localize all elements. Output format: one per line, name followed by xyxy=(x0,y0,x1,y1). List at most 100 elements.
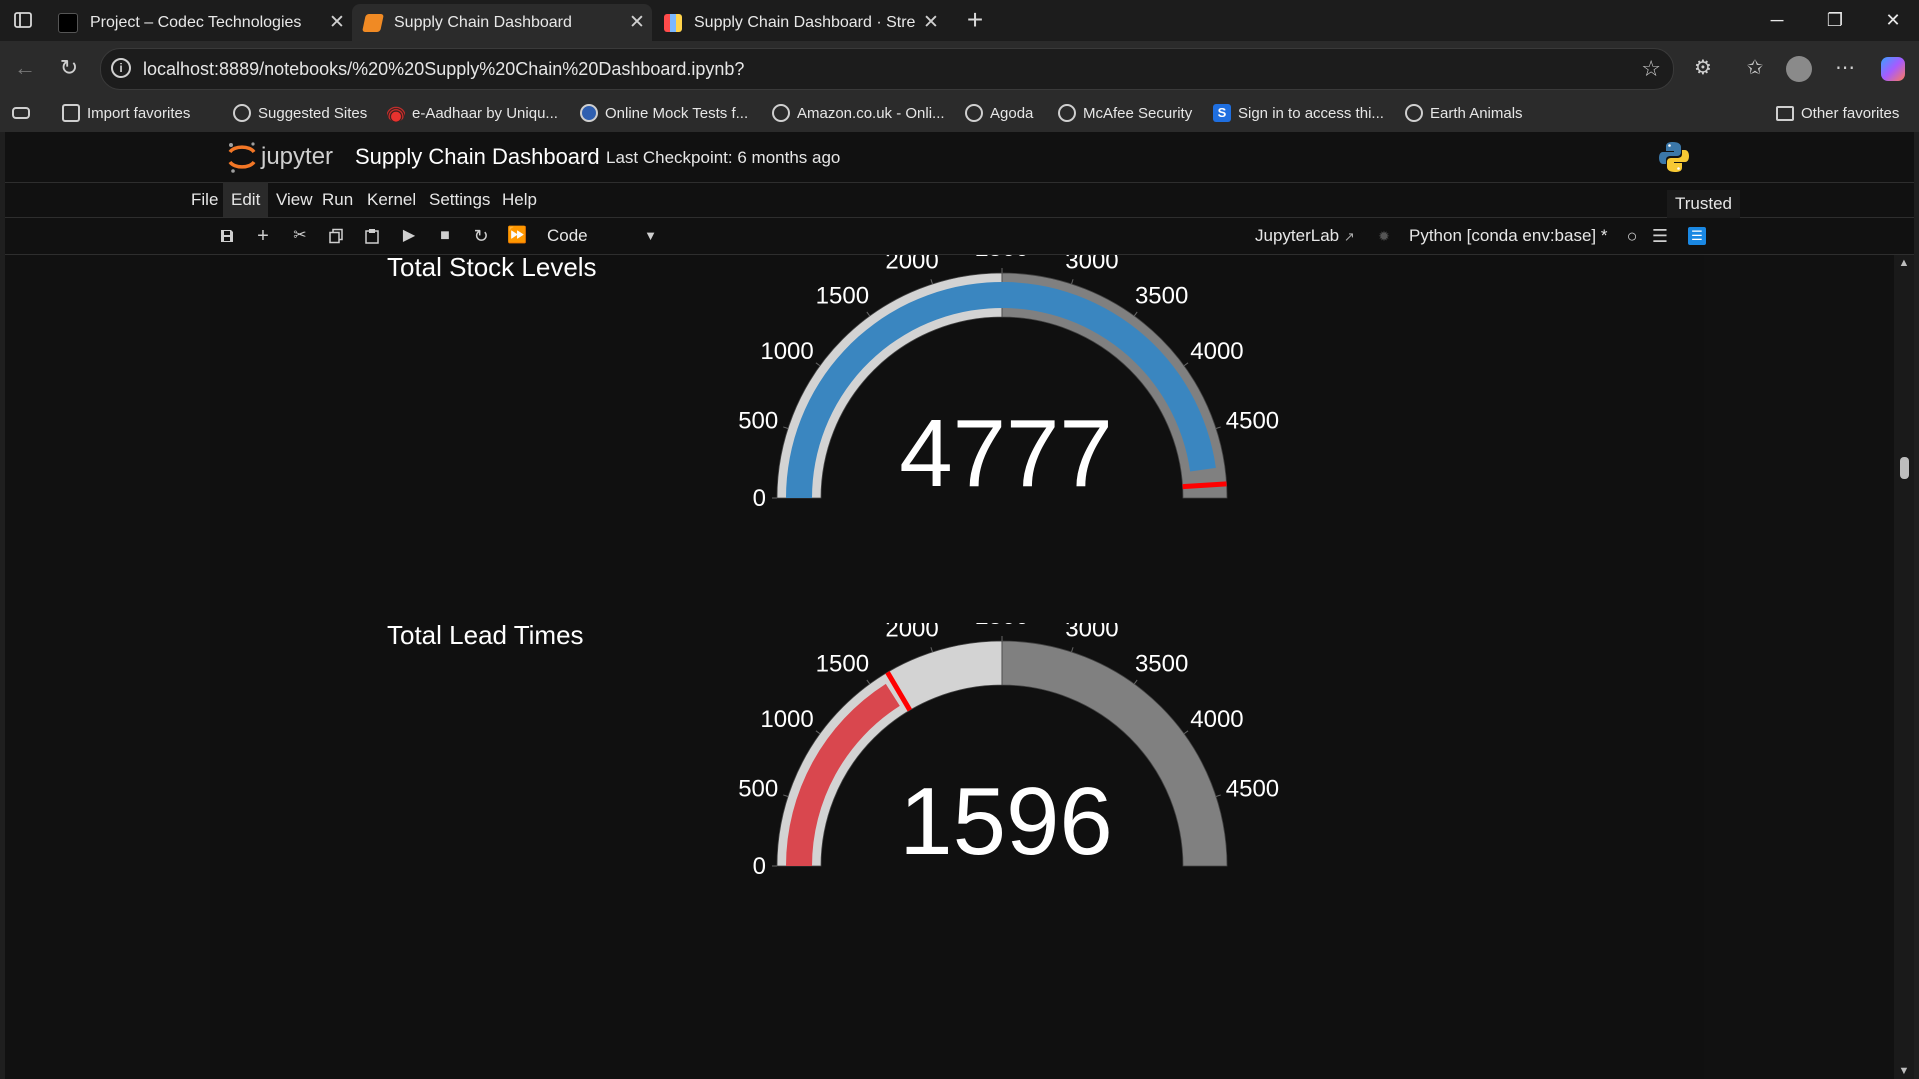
property-inspector-icon[interactable]: ☰ xyxy=(1682,218,1712,254)
url-text[interactable]: localhost:8889/notebooks/%20%20Supply%20… xyxy=(143,49,744,89)
gauge-tick-label: 3000 xyxy=(1065,255,1118,274)
gauge-tick-label: 500 xyxy=(738,776,778,803)
gauge-tick xyxy=(1071,647,1074,653)
gauge-tick xyxy=(1133,311,1138,317)
favorite-sign-in[interactable]: S Sign in to access thi... xyxy=(1213,95,1384,132)
reading-icon[interactable] xyxy=(12,95,37,132)
site-info-icon[interactable]: i xyxy=(111,58,131,78)
debugger-bug-icon[interactable]: ✹ xyxy=(1369,218,1399,254)
cell-output-area: Total Stock Levels 050010001500200025003… xyxy=(210,255,1704,1079)
restart-icon[interactable]: ↻ xyxy=(466,218,496,254)
extensions-icon[interactable]: ⚙ xyxy=(1686,51,1720,85)
menu-kernel[interactable]: Kernel xyxy=(359,182,424,217)
gauge-tick-label: 4000 xyxy=(1190,706,1243,733)
trusted-indicator[interactable]: Trusted xyxy=(1666,190,1740,218)
copilot-icon[interactable] xyxy=(1876,51,1910,85)
add-cell-icon[interactable]: + xyxy=(248,218,278,254)
more-options-icon[interactable]: ⋯ xyxy=(1828,51,1862,85)
favorite-mcafee[interactable]: McAfee Security xyxy=(1058,95,1192,132)
jupyterlab-link[interactable]: JupyterLab ↗ xyxy=(1255,218,1355,255)
gauge-tick-label: 1500 xyxy=(816,283,869,310)
folder-icon xyxy=(1776,105,1794,121)
gauge-tick xyxy=(1215,426,1221,429)
fast-forward-icon[interactable]: ⏩ xyxy=(502,218,532,254)
gauge-tick-label: 2000 xyxy=(885,623,938,642)
notebook-content[interactable]: Total Stock Levels 050010001500200025003… xyxy=(5,255,1914,1079)
tab-actions-icon[interactable] xyxy=(12,9,34,31)
s-icon: S xyxy=(1213,104,1231,123)
jupyterlab-label: JupyterLab xyxy=(1255,226,1340,245)
browser-tab-project[interactable]: Project – Codec Technologies ✕ xyxy=(46,4,352,41)
favorite-aadhaar[interactable]: e-Aadhaar by Uniqu... xyxy=(387,95,558,132)
globe-icon xyxy=(233,104,251,123)
favorite-import[interactable]: Import favorites xyxy=(62,95,190,132)
new-tab-button[interactable]: + xyxy=(958,2,992,38)
scrollbar-thumb[interactable] xyxy=(1900,457,1909,479)
menu-run[interactable]: Run xyxy=(314,182,361,217)
profile-avatar[interactable] xyxy=(1782,51,1816,85)
gauge-threshold-marker xyxy=(1182,481,1227,490)
stock-levels-gauge: 0 500 1000 1500 2000 2500 3000 3500 4000 4500 4777 xyxy=(738,255,1279,512)
import-icon xyxy=(62,104,80,123)
cut-icon[interactable]: ✂ xyxy=(285,218,315,254)
external-link-icon: ↗ xyxy=(1343,229,1355,244)
cell-type-select[interactable]: Code ▼ xyxy=(547,218,657,254)
favorites-bar: Import favorites Suggested Sites e-Aadha… xyxy=(0,95,1919,132)
gauge-tick-label: 3500 xyxy=(1135,651,1188,678)
jupyter-wordmark: jupyter xyxy=(261,143,334,170)
jupyter-book-favicon-icon xyxy=(362,13,384,32)
hamburger-menu-icon[interactable]: ☰ xyxy=(1645,218,1675,254)
chevron-down-icon: ▼ xyxy=(644,228,657,243)
scroll-down-icon[interactable]: ▼ xyxy=(1894,1065,1914,1077)
menu-view[interactable]: View xyxy=(268,182,321,217)
gauge-tick xyxy=(930,279,933,285)
favorite-earth-animals[interactable]: Earth Animals xyxy=(1405,95,1523,132)
favorite-label: e-Aadhaar by Uniqu... xyxy=(412,105,558,122)
menu-help[interactable]: Help xyxy=(494,182,545,217)
favorite-label: McAfee Security xyxy=(1083,105,1193,122)
gauge-tick-label: 3500 xyxy=(1135,283,1188,310)
close-tab-icon[interactable]: ✕ xyxy=(622,11,652,34)
menu-file[interactable]: File xyxy=(183,182,226,217)
gauge-tick xyxy=(1183,362,1189,367)
favorite-label: Online Mock Tests f... xyxy=(605,105,749,122)
gauge-tick-label: 2500 xyxy=(975,623,1028,630)
run-icon[interactable]: ▶ xyxy=(394,218,424,254)
other-favorites[interactable]: Other favorites xyxy=(1776,95,1899,132)
browser-tab-streamlit[interactable]: Supply Chain Dashboard · Stream ✕ xyxy=(652,4,946,41)
gauge-tick-label: 3000 xyxy=(1065,623,1118,642)
vertical-scrollbar[interactable]: ▲ ▼ xyxy=(1894,255,1914,1079)
favorite-agoda[interactable]: Agoda xyxy=(965,95,1033,132)
back-arrow-icon[interactable]: ← xyxy=(8,51,42,85)
paste-icon[interactable] xyxy=(357,218,387,254)
menu-edit[interactable]: Edit xyxy=(223,182,269,217)
save-icon[interactable] xyxy=(212,218,242,254)
kernel-name[interactable]: Python [conda env:base] * xyxy=(1409,218,1607,254)
close-window-button[interactable]: ✕ xyxy=(1864,0,1919,41)
gauge-tick-label: 4500 xyxy=(1226,776,1279,803)
close-tab-icon[interactable]: ✕ xyxy=(916,11,946,34)
favorite-label: Import favorites xyxy=(87,105,191,122)
favorite-label: Agoda xyxy=(990,105,1034,122)
python-logo-icon xyxy=(1657,140,1691,174)
refresh-icon[interactable]: ↻ xyxy=(52,51,86,85)
favorite-mock-tests[interactable]: Online Mock Tests f... xyxy=(580,95,748,132)
browser-tab-supply-chain[interactable]: Supply Chain Dashboard ✕ xyxy=(352,4,652,41)
favorite-suggested-sites[interactable]: Suggested Sites xyxy=(233,95,367,132)
menu-settings[interactable]: Settings xyxy=(421,182,498,217)
favorite-amazon[interactable]: Amazon.co.uk - Onli... xyxy=(772,95,945,132)
gauge-value-number: 4777 xyxy=(899,400,1113,507)
scroll-up-icon[interactable]: ▲ xyxy=(1894,257,1914,269)
stop-icon[interactable]: ■ xyxy=(430,218,460,254)
restore-button[interactable]: ❐ xyxy=(1806,0,1864,41)
close-tab-icon[interactable]: ✕ xyxy=(322,11,352,34)
streamlit-favicon-icon xyxy=(664,13,682,32)
favorites-icon[interactable]: ✩ xyxy=(1738,51,1772,85)
notebook-title[interactable]: Supply Chain Dashboard xyxy=(355,144,600,170)
favorite-label: Amazon.co.uk - Onli... xyxy=(797,105,945,122)
address-bar[interactable]: i localhost:8889/notebooks/%20%20Supply%… xyxy=(100,48,1674,90)
minimize-button[interactable]: ─ xyxy=(1748,0,1806,41)
favorite-star-icon[interactable]: ☆ xyxy=(1641,49,1661,89)
copy-icon[interactable] xyxy=(321,218,351,254)
tab-title: Supply Chain Dashboard · Stream xyxy=(694,13,916,31)
